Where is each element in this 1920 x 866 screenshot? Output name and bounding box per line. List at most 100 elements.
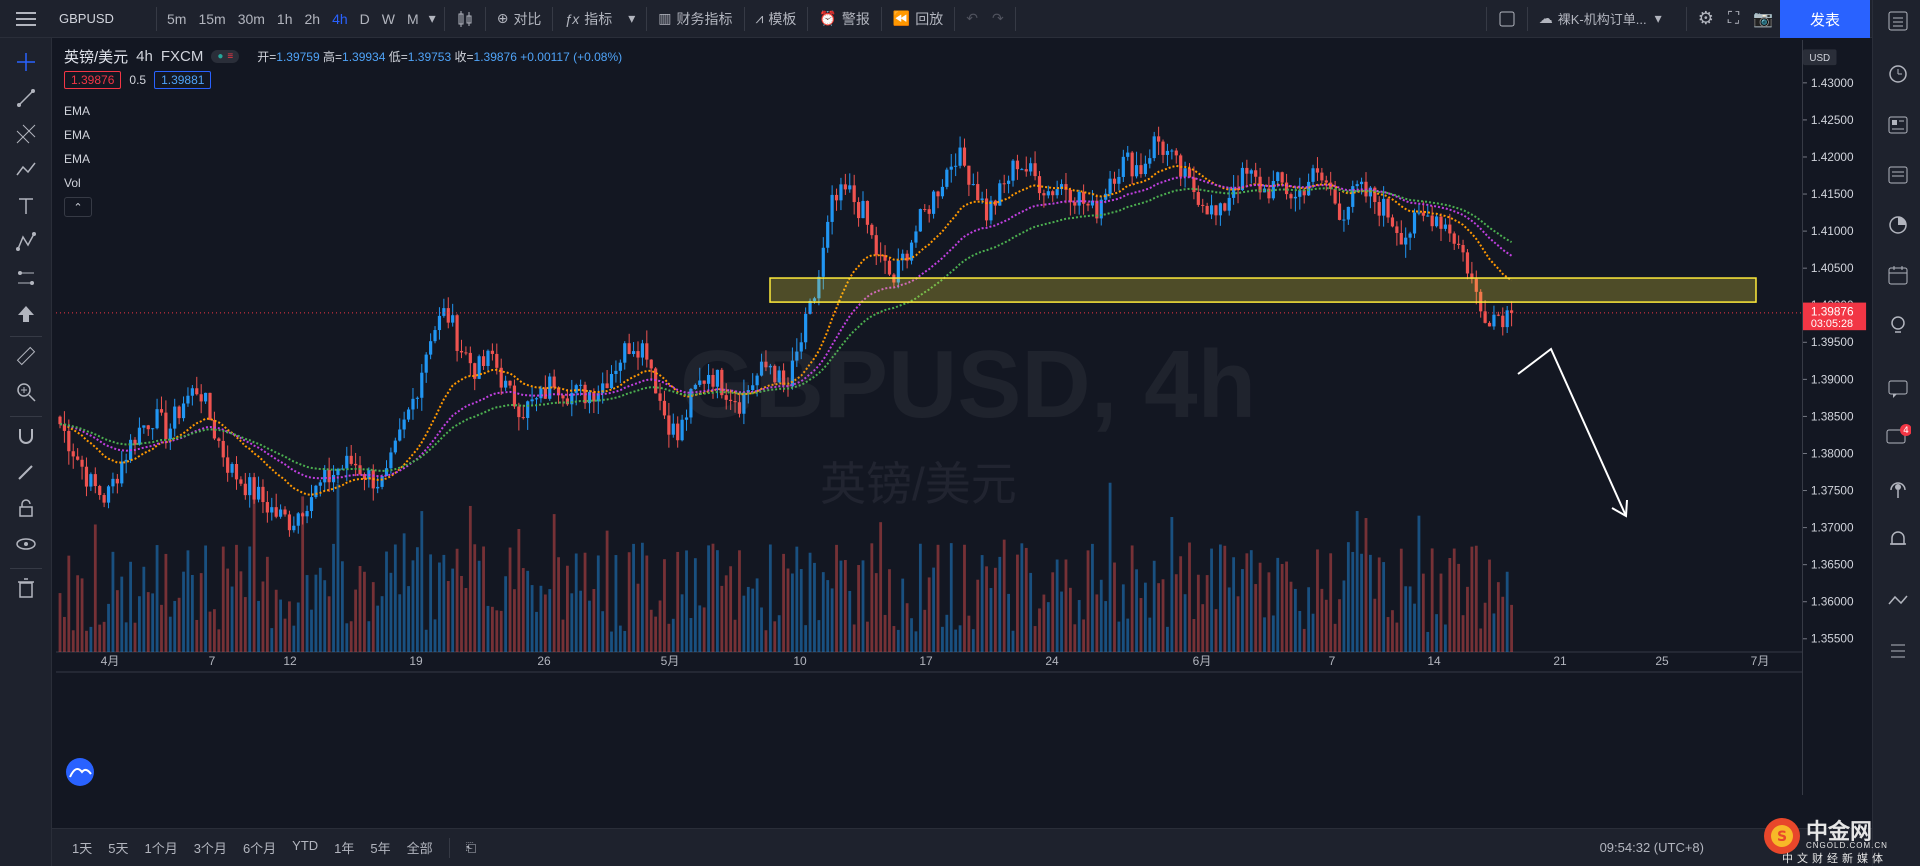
buy-price[interactable]: 1.39881 [154,71,212,89]
indicator-ema-3[interactable]: EMA [64,152,90,166]
volume-bar [1267,572,1271,652]
lock-icon[interactable] [14,496,38,520]
podcast-icon[interactable] [1885,476,1911,502]
indicators-button[interactable]: ƒx 指标 ▾ [557,0,642,38]
fullscreen-icon[interactable]: ⛶ [1721,0,1746,38]
layout-square-icon[interactable] [1491,0,1523,38]
interval-D[interactable]: D [354,0,376,38]
range-1[interactable]: 5天 [100,838,136,857]
candle-style-icon[interactable] [449,0,481,38]
volume-bar [821,572,825,652]
watchlist-icon[interactable] [1885,8,1911,34]
range-7[interactable]: 5年 [362,838,398,857]
candle-body [874,235,878,255]
text-tool-icon[interactable] [14,194,38,218]
volume-bar [261,581,265,652]
range-0[interactable]: 1天 [64,838,100,857]
trash-icon[interactable] [14,576,38,600]
replay-button[interactable]: ⏪ 回放 [886,0,950,38]
magnet-icon[interactable] [14,424,38,448]
undo-icon[interactable]: ↶ [959,0,985,38]
arrow-up-icon[interactable] [14,302,38,326]
volume-bar [927,577,931,652]
candle-body [1359,181,1364,185]
range-3[interactable]: 3个月 [186,838,235,857]
pencil-lock-icon[interactable] [14,460,38,484]
settings-gear-icon[interactable]: ⚙ [1691,0,1721,38]
alarm-clock-icon[interactable] [1885,60,1911,86]
interval-30m[interactable]: 30m [232,0,271,38]
ruler-icon[interactable] [14,344,38,368]
candle-body [305,511,309,517]
publish-button[interactable]: 发表 [1780,0,1870,38]
dom-icon[interactable] [1885,638,1911,664]
goto-date-calendar-icon[interactable]: ⎗ [458,840,484,856]
financials-button[interactable]: ▥ 财务指标 [651,0,739,38]
volume-bar [888,569,891,652]
interval-1h[interactable]: 1h [271,0,299,38]
sell-price[interactable]: 1.39876 [64,71,122,89]
pattern-icon[interactable] [14,158,38,182]
data-window-icon[interactable] [1885,162,1911,188]
interval-2h[interactable]: 2h [299,0,327,38]
hotlist-icon[interactable] [1885,212,1911,238]
collapse-legend-chevron-up-icon[interactable]: ⌃ [64,197,92,217]
indicator-ema-1[interactable]: EMA [64,104,90,118]
shapes-icon[interactable] [14,266,38,290]
volume-bar [1302,628,1306,652]
range-8[interactable]: 全部 [399,838,441,857]
candle-body [636,351,640,358]
indicator-vol[interactable]: Vol [64,176,81,190]
bell-icon[interactable] [1885,526,1911,552]
redo-icon[interactable]: ↷ [985,0,1011,38]
camera-icon[interactable]: 📷 [1746,0,1780,38]
range-4[interactable]: 6个月 [235,838,284,857]
candle-body [843,184,847,190]
chevron-down-icon[interactable]: ▾ [425,0,440,38]
trading-panel-icon[interactable] [1885,588,1911,614]
volume-bar [407,586,410,652]
templates-button[interactable]: ⩘ 模板 [749,0,804,38]
zoom-in-icon[interactable] [14,380,38,404]
candle-body [1245,167,1249,174]
chat-icon[interactable] [1885,376,1911,402]
crosshair-icon[interactable] [14,50,38,74]
volume-bar [257,600,260,652]
calendar-icon[interactable] [1885,262,1911,288]
candle-body [927,209,931,214]
ideas-bulb-icon[interactable] [1885,312,1911,338]
market-status-icon[interactable]: ● ≡ [211,49,240,63]
candle-body [932,191,936,214]
interval-M[interactable]: M [401,0,425,38]
forecast-icon[interactable] [14,230,38,254]
interval-15m[interactable]: 15m [192,0,231,38]
compare-button[interactable]: ⊕ 对比 [490,0,549,38]
clock[interactable]: 09:54:32 (UTC+8) [1592,840,1712,855]
news-icon[interactable] [1885,112,1911,138]
interval-W[interactable]: W [376,0,401,38]
close-label: 收= [454,49,474,64]
candle-body [517,406,521,418]
legend-title[interactable]: 英镑/美元 [64,46,128,67]
range-2[interactable]: 1个月 [136,838,185,857]
eye-icon[interactable] [14,532,38,556]
volume-bar [782,553,785,652]
indicator-ema-2[interactable]: EMA [64,128,90,142]
range-5[interactable]: YTD [284,838,326,857]
price-axis[interactable]: USD 1.43000 1.42500 1.42000 1.41500 1.41000 1.… [1802,40,1872,795]
time-label: 17 [919,654,933,668]
candle-body [861,200,865,219]
trend-line-icon[interactable] [14,86,38,110]
interval-4h[interactable]: 4h [326,0,354,38]
candle-body [58,416,62,425]
fib-tool-icon[interactable] [14,122,38,146]
symbol-search[interactable]: GBPUSD [52,0,152,38]
menu-icon[interactable] [0,0,52,38]
alert-button[interactable]: ⏰ 警报 [812,0,876,38]
notifications-chat-icon[interactable]: 4 [1885,424,1911,450]
price-label: 1.40500 [1811,261,1854,275]
layout-selector[interactable]: ☁ 裸K-机构订单... ▾ [1532,0,1682,38]
range-6[interactable]: 1年 [326,838,362,857]
volume-bar [310,609,313,652]
interval-5m[interactable]: 5m [161,0,192,38]
